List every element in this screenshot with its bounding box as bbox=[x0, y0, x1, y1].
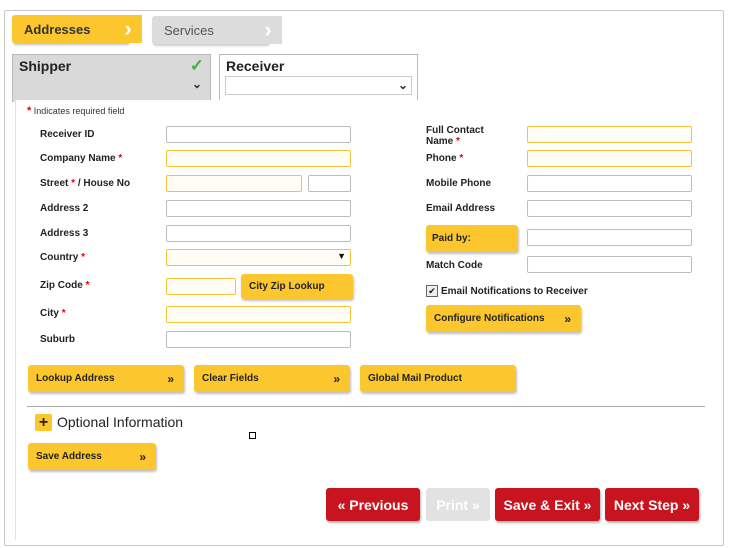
zip-code-input[interactable] bbox=[166, 278, 236, 295]
shipper-tab[interactable]: Shipper ✓ ⌄ bbox=[12, 54, 211, 102]
city-input[interactable] bbox=[166, 306, 351, 323]
street-input[interactable] bbox=[166, 175, 302, 192]
paid-by-button[interactable]: Paid by: bbox=[426, 225, 518, 252]
tab-services-label: Services bbox=[164, 22, 214, 38]
checkmark-icon: ✓ bbox=[189, 56, 204, 75]
city-zip-lookup-button[interactable]: City Zip Lookup bbox=[241, 274, 353, 299]
receiver-id-input[interactable] bbox=[166, 126, 351, 143]
receiver-label: Receiver bbox=[226, 58, 285, 74]
plus-icon[interactable]: + bbox=[35, 414, 52, 431]
label-phone: Phone * bbox=[426, 153, 464, 164]
next-step-button[interactable]: Next Step » bbox=[605, 488, 699, 521]
double-chevron-icon: » bbox=[139, 449, 146, 464]
chevron-right-icon: › bbox=[254, 16, 282, 44]
section-divider bbox=[27, 406, 705, 407]
global-mail-product-button[interactable]: Global Mail Product bbox=[360, 365, 516, 392]
country-select[interactable]: ▼ bbox=[166, 249, 351, 266]
email-address-input[interactable] bbox=[527, 200, 692, 217]
phone-input[interactable] bbox=[527, 150, 692, 167]
house-no-input[interactable] bbox=[308, 175, 351, 192]
label-full-contact-name: Full Contact Name * bbox=[426, 125, 484, 147]
optional-information-toggle[interactable]: Optional Information bbox=[57, 414, 183, 430]
label-match-code: Match Code bbox=[426, 260, 483, 271]
label-country: Country * bbox=[40, 252, 86, 263]
double-chevron-icon: » bbox=[333, 371, 340, 386]
label-address3: Address 3 bbox=[40, 228, 89, 239]
configure-notifications-button[interactable]: Configure Notifications » bbox=[426, 305, 581, 332]
label-mobile-phone: Mobile Phone bbox=[426, 178, 491, 189]
shipper-select[interactable]: ⌄ bbox=[18, 76, 205, 93]
chevron-down-icon: ⌄ bbox=[191, 77, 202, 91]
chevron-down-icon: ⌄ bbox=[397, 78, 408, 92]
mobile-phone-input[interactable] bbox=[527, 175, 692, 192]
label-street: Street * / House No bbox=[40, 178, 131, 189]
email-notifications-label: Email Notifications to Receiver bbox=[441, 286, 588, 297]
email-notifications-checkbox[interactable]: ✔ bbox=[426, 285, 438, 297]
save-exit-button[interactable]: Save & Exit » bbox=[495, 488, 600, 521]
label-company-name: Company Name * bbox=[40, 153, 123, 164]
label-address2: Address 2 bbox=[40, 203, 89, 214]
previous-button[interactable]: « Previous bbox=[326, 488, 420, 521]
label-zip-code: Zip Code * bbox=[40, 280, 90, 291]
receiver-select[interactable]: ⌄ bbox=[225, 76, 412, 95]
label-email-address: Email Address bbox=[426, 203, 496, 214]
label-city: City * bbox=[40, 308, 66, 319]
tab-addresses[interactable]: Addresses › bbox=[12, 15, 142, 43]
double-chevron-icon: » bbox=[167, 371, 174, 386]
full-contact-name-input[interactable] bbox=[527, 126, 692, 143]
lookup-address-button[interactable]: Lookup Address » bbox=[28, 365, 184, 392]
label-receiver-id: Receiver ID bbox=[40, 129, 95, 140]
dropdown-arrow-icon: ▼ bbox=[337, 251, 346, 261]
address2-input[interactable] bbox=[166, 200, 351, 217]
company-name-input[interactable] bbox=[166, 150, 351, 167]
suburb-input[interactable] bbox=[166, 331, 351, 348]
required-note: * Indicates required field bbox=[27, 105, 125, 117]
tab-services[interactable]: Services › bbox=[152, 16, 282, 44]
match-code-input[interactable] bbox=[527, 256, 692, 273]
receiver-tab[interactable]: Receiver ⌄ bbox=[219, 54, 418, 102]
print-button[interactable]: Print » bbox=[426, 488, 490, 521]
clear-fields-button[interactable]: Clear Fields » bbox=[194, 365, 350, 392]
shipper-label: Shipper bbox=[19, 58, 72, 74]
tab-addresses-label: Addresses bbox=[24, 21, 91, 37]
double-chevron-icon: » bbox=[564, 311, 571, 326]
save-address-button[interactable]: Save Address » bbox=[28, 443, 156, 470]
address3-input[interactable] bbox=[166, 225, 351, 242]
chevron-right-icon: › bbox=[114, 15, 142, 43]
paid-by-input[interactable] bbox=[527, 229, 692, 246]
cursor-marker bbox=[249, 432, 256, 439]
label-suburb: Suburb bbox=[40, 334, 75, 345]
